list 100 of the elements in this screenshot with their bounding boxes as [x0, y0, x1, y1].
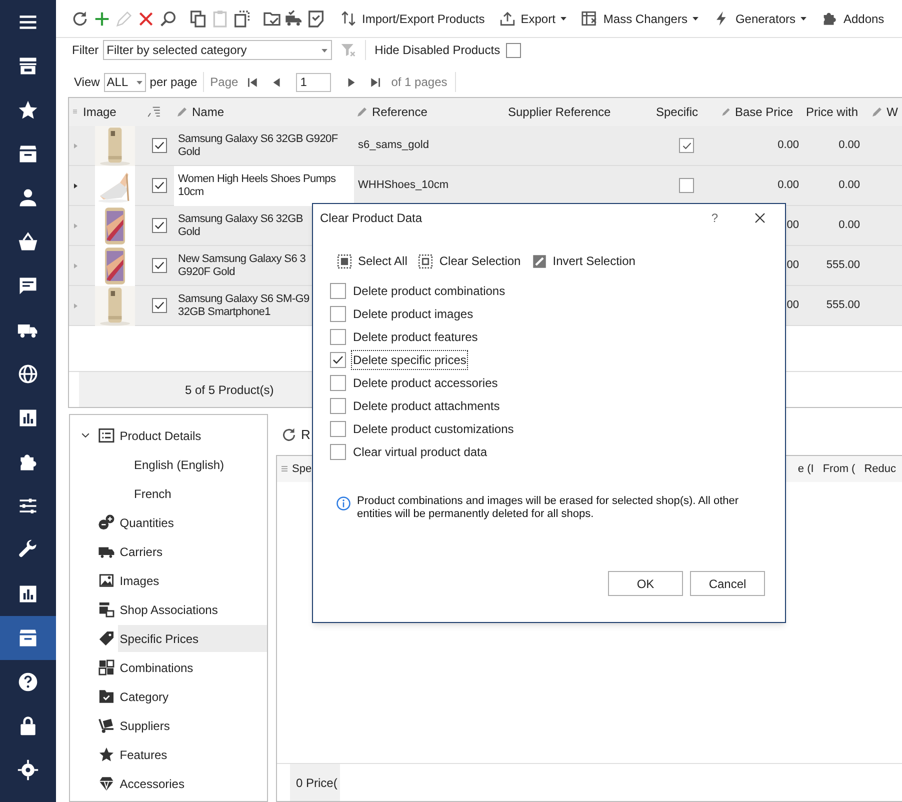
column-header[interactable]: Supplier Reference — [506, 103, 611, 121]
shop-link-icon — [98, 601, 115, 618]
action-button[interactable]: Clear Selection — [417, 252, 521, 270]
tree-item[interactable]: Shop Associations — [118, 596, 267, 623]
info-icon — [336, 496, 351, 511]
category-dropdown[interactable]: Filter by selected category — [102, 40, 332, 60]
column-header[interactable]: Image — [83, 103, 116, 121]
tree-item[interactable]: Images — [118, 567, 267, 594]
table-row[interactable]: Samsung Galaxy S6 32GB G920F Gold s6_sams_gold 0.00 0.00 — [69, 126, 902, 166]
filter-clear-icon — [340, 42, 356, 58]
tree-item[interactable]: Product Details — [118, 422, 267, 449]
checkbox[interactable] — [330, 374, 346, 390]
dialog-button[interactable]: Cancel — [690, 571, 765, 596]
column-header[interactable]: Reduc — [864, 460, 896, 478]
checkbox[interactable] — [330, 282, 346, 298]
tree-item[interactable]: Category — [118, 683, 267, 710]
view-label: View — [74, 74, 100, 91]
checkbox-label[interactable]: Delete product customizations — [351, 418, 516, 438]
duplicate-icon — [232, 8, 252, 28]
basket-icon — [17, 231, 39, 253]
checkbox[interactable] — [330, 328, 346, 344]
action-button[interactable]: Invert Selection — [530, 252, 636, 270]
toolbar-button[interactable]: Generators — [709, 4, 812, 32]
table-cell-text: 0.00 — [838, 218, 860, 234]
column-header[interactable]: Specific — [656, 103, 698, 121]
table-edit-icon — [581, 10, 598, 27]
checkbox-label[interactable]: Delete product attachments — [351, 396, 502, 416]
tree-item[interactable]: Suppliers — [118, 712, 267, 739]
filter-label: Filter — [72, 42, 99, 59]
column-header[interactable]: Name — [192, 103, 224, 121]
column-header[interactable]: Reference — [372, 103, 428, 121]
checkbox[interactable] — [330, 398, 346, 414]
star-icon — [98, 746, 115, 763]
inbox-icon — [17, 143, 39, 165]
sidebar-button[interactable] — [0, 616, 56, 660]
search-icon — [158, 8, 178, 28]
checkbox[interactable] — [152, 138, 166, 153]
tree-item[interactable]: Combinations — [118, 654, 267, 681]
column-header[interactable]: Base Price — [734, 103, 793, 121]
tree-item[interactable]: Specific Prices — [118, 625, 267, 652]
tree-item[interactable]: English (English) — [132, 451, 226, 478]
refresh-button[interactable]: R — [280, 424, 310, 444]
toolbar-button[interactable]: Export — [494, 4, 572, 32]
page-count: of 1 pages — [391, 74, 448, 91]
caret-icon — [560, 15, 568, 22]
tree-item[interactable]: Features — [118, 741, 267, 768]
expand-icon — [73, 222, 79, 230]
view-dropdown[interactable]: ALL — [104, 72, 146, 92]
toolbar-button[interactable]: Import/Export Products — [336, 4, 489, 32]
page-field[interactable]: 1 — [296, 72, 332, 92]
column-header[interactable]: e (I — [798, 460, 814, 478]
caret-icon — [692, 15, 700, 22]
first-page-icon — [246, 76, 259, 88]
tree-item[interactable]: Carriers — [118, 538, 267, 565]
toolbar-button[interactable]: Addons — [817, 4, 888, 32]
row-count: 5 of 5 Product(s) — [185, 382, 274, 398]
checkbox-label[interactable]: Delete product combinations — [351, 280, 508, 300]
checkbox[interactable] — [152, 298, 166, 313]
column-header[interactable]: Spe — [292, 460, 312, 478]
pencil-icon — [114, 8, 134, 28]
chat-icon — [17, 275, 39, 297]
table-cell-text: 0.00 — [778, 178, 799, 194]
table-cell-text: Women High Heels Shoes Pumps 10cm — [178, 172, 337, 198]
pencil-icon — [721, 106, 731, 118]
checkbox-label[interactable]: Delete product images — [351, 304, 476, 324]
tree-item[interactable]: Accessories — [118, 770, 267, 797]
column-header[interactable]: W — [886, 103, 898, 121]
select-all-icon — [336, 252, 353, 270]
tree-item[interactable]: French — [132, 480, 174, 507]
action-button[interactable]: Select All — [336, 252, 408, 270]
column-header[interactable]: From ( — [822, 460, 856, 478]
checkbox[interactable] — [152, 218, 166, 233]
toolbar-button[interactable]: Mass Changers — [577, 4, 704, 32]
checkbox[interactable] — [152, 258, 166, 273]
tree-item[interactable]: Quantities — [118, 509, 267, 536]
table-cell-text: 555.00 — [826, 298, 860, 314]
checkbox[interactable] — [330, 444, 346, 460]
column-header[interactable]: Price with — [806, 103, 858, 121]
expand-icon — [73, 262, 79, 270]
table-cell: New Samsung Galaxy S6 3 G920F Gold — [178, 252, 306, 278]
table-cell: Samsung Galaxy S6 SM-G9 32GB Smartphone1 — [178, 292, 310, 318]
checkbox[interactable] — [330, 420, 346, 436]
table-cell-text: Samsung Galaxy S6 32GB G920F Gold — [178, 132, 339, 158]
table-cell-text: 00 — [786, 298, 799, 314]
checkbox-label[interactable]: Delete product features — [351, 326, 480, 346]
checkbox-label[interactable]: Clear virtual product data — [351, 442, 490, 462]
upload-icon — [498, 10, 516, 27]
checkbox-label[interactable]: Delete product accessories — [351, 372, 500, 392]
checkbox[interactable] — [506, 42, 522, 58]
checkbox-label[interactable]: Delete specific prices — [351, 350, 468, 370]
help-button[interactable]: ? — [711, 209, 718, 227]
refresh-icon — [280, 426, 298, 444]
checkbox[interactable] — [152, 178, 166, 193]
checkbox[interactable] — [330, 352, 346, 368]
star-icon — [17, 99, 39, 121]
table-row[interactable]: Women High Heels Shoes Pumps 10cm WHHShoes_10cm 0.00 0.00 — [69, 166, 902, 206]
dialog-button[interactable]: OK — [608, 571, 683, 596]
info-note: Product combinations and images will be erased for selected shop(s). All other entities will be permanently deleted for all shops. — [357, 495, 740, 521]
check-icon — [154, 140, 164, 151]
checkbox[interactable] — [330, 306, 346, 322]
